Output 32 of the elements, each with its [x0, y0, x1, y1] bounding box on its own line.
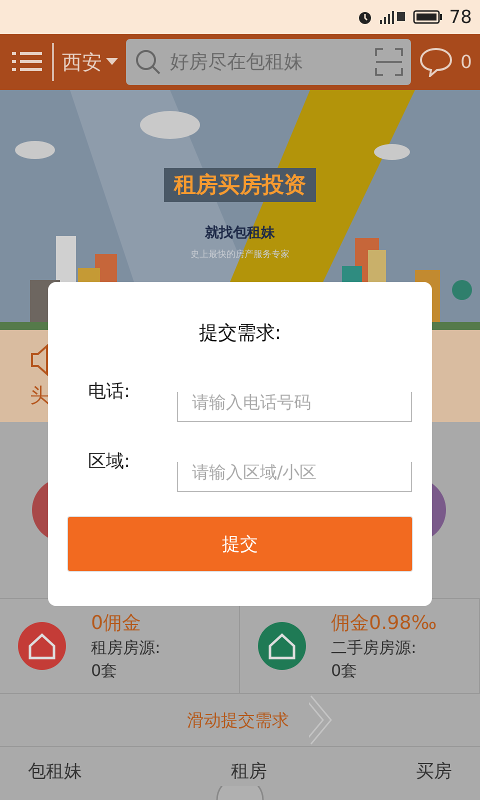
notice-text: 头	[30, 382, 50, 408]
bottom-tab[interactable]: 包租妹	[28, 755, 82, 787]
battery-level: 78	[449, 6, 472, 28]
stat-headline: 0佣金	[91, 611, 142, 636]
alarm-icon	[357, 9, 374, 25]
battery-icon	[413, 10, 444, 24]
dialog-title: 提交需求:	[198, 321, 282, 346]
scan-icon[interactable]	[374, 48, 403, 76]
message-icon[interactable]	[418, 47, 453, 77]
stat-label: 二手房房源:	[331, 638, 418, 659]
banner-title: 租房买房投资	[164, 168, 316, 202]
caret-icon	[106, 58, 118, 66]
search-field[interactable]: 好房尽在包租妹	[168, 50, 369, 74]
bottom-tab[interactable]: 买房	[416, 755, 452, 787]
city-selector[interactable]: 西安	[62, 48, 118, 76]
stat-count: 0套	[331, 661, 358, 682]
search-bar[interactable]: 好房尽在包租妹	[126, 39, 411, 85]
bottom-tab[interactable]: 租房	[231, 755, 267, 787]
input-field[interactable]: 请输入电话号码	[177, 392, 412, 422]
speaker-icon	[30, 344, 48, 376]
stat-headline: 佣金0.98‰	[331, 611, 437, 636]
field-label: 区域:	[87, 450, 132, 473]
signal-icon	[379, 9, 408, 25]
stat-label: 租房房源:	[91, 638, 160, 659]
message-count: 0	[460, 52, 472, 72]
field-label: 电话:	[87, 380, 132, 403]
submit-button[interactable]: 提交	[67, 516, 413, 572]
chevron-icon	[309, 695, 333, 745]
menu-icon[interactable]	[12, 50, 44, 74]
stat-count: 0套	[91, 661, 118, 682]
input-field[interactable]: 请输入区域/小区	[177, 462, 412, 492]
search-icon	[134, 48, 162, 76]
